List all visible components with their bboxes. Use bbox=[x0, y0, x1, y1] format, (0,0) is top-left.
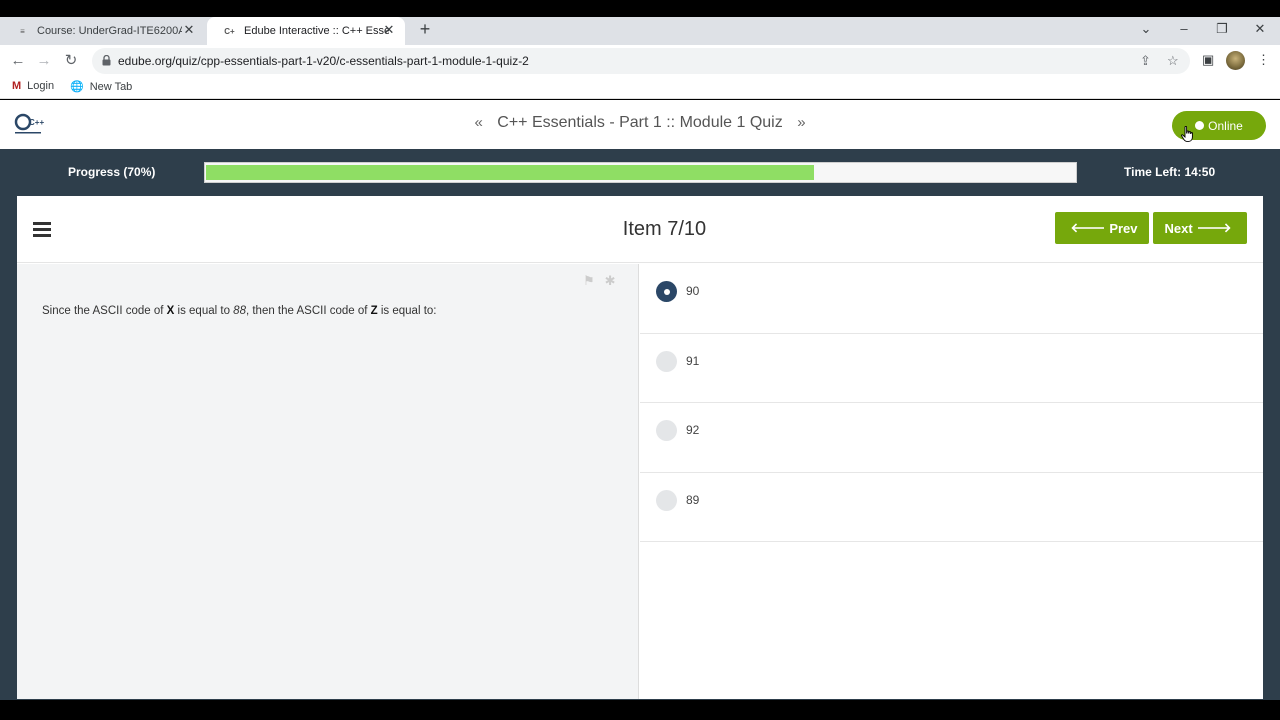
quiz-card-header: Item 7/10 🡐 Prev Next 🡒 bbox=[17, 196, 1263, 263]
answer-option[interactable]: 89 bbox=[640, 473, 1263, 542]
quiz-title-bar: « C++ Essentials - Part 1 :: Module 1 Qu… bbox=[0, 114, 1280, 132]
quiz-page: C++ « C++ Essentials - Part 1 :: Module … bbox=[0, 100, 1280, 700]
bug-report-icon[interactable]: ✱ bbox=[605, 273, 616, 289]
time-left: Time Left: 14:50 bbox=[1124, 165, 1216, 179]
answer-radio[interactable] bbox=[656, 420, 677, 441]
prev-button[interactable]: 🡐 Prev bbox=[1055, 212, 1149, 244]
answer-option[interactable]: 92 bbox=[640, 403, 1263, 473]
globe-icon: 🌐 bbox=[70, 81, 84, 93]
side-panel-icon[interactable]: ▣ bbox=[1202, 52, 1214, 68]
back-icon[interactable]: ← bbox=[8, 51, 28, 71]
answer-radio[interactable] bbox=[656, 489, 677, 511]
flag-icon[interactable]: ⚑ bbox=[583, 273, 595, 289]
progress-label: Progress (70%) bbox=[68, 165, 156, 179]
bookmark-login[interactable]: M Login bbox=[12, 80, 54, 92]
next-button-label: Next bbox=[1164, 220, 1193, 236]
answer-option[interactable]: 91 bbox=[640, 334, 1263, 403]
next-module-icon[interactable]: » bbox=[787, 114, 815, 131]
previous-module-icon[interactable]: « bbox=[464, 114, 492, 131]
bookmark-star-icon[interactable]: ☆ bbox=[1167, 53, 1179, 69]
close-window-icon[interactable]: ✕ bbox=[1250, 21, 1270, 37]
arrow-left-icon: 🡐 bbox=[1070, 220, 1106, 235]
answer-label[interactable]: 89 bbox=[686, 493, 699, 507]
progress-bar-fill bbox=[206, 165, 814, 180]
restore-icon[interactable]: ❐ bbox=[1212, 21, 1232, 37]
question-tools: ⚑ ✱ bbox=[583, 273, 616, 289]
close-tab-icon[interactable]: ✕ bbox=[382, 23, 396, 37]
online-status-label: Online bbox=[1208, 118, 1243, 133]
question-pane: ⚑ ✱ Since the ASCII code of X is equal t… bbox=[17, 264, 639, 699]
new-tab-button[interactable]: + bbox=[415, 19, 435, 39]
tab-title: Edube Interactive :: C++ Essentia bbox=[244, 25, 389, 37]
moodle-tab-icon: ≡ bbox=[20, 26, 25, 36]
address-bar[interactable]: edube.org/quiz/cpp-essentials-part-1-v20… bbox=[92, 48, 1190, 74]
answer-label[interactable]: 92 bbox=[686, 423, 699, 437]
screen: ≡ Course: UnderGrad-ITE6200A-22 ✕ C+ Edu… bbox=[0, 0, 1280, 720]
bookmark-new-tab[interactable]: 🌐 New Tab bbox=[70, 80, 133, 94]
bookmark-label: Login bbox=[27, 80, 55, 92]
minimize-icon[interactable]: – bbox=[1174, 21, 1194, 36]
answer-option[interactable]: 90 bbox=[640, 264, 1263, 334]
progress-bar bbox=[204, 162, 1077, 183]
moodle-icon: M bbox=[12, 80, 22, 92]
prev-button-label: Prev bbox=[1109, 220, 1138, 236]
tab-search-icon[interactable]: ⌄ bbox=[1136, 21, 1156, 37]
answer-list: 90 91 92 89 bbox=[640, 264, 1263, 542]
next-button[interactable]: Next 🡒 bbox=[1153, 212, 1247, 244]
answer-label[interactable]: 90 bbox=[686, 284, 699, 298]
reload-icon[interactable]: ↻ bbox=[61, 51, 81, 71]
online-dot-icon bbox=[1195, 121, 1205, 130]
quiz-card: Item 7/10 🡐 Prev Next 🡒 ⚑ ✱ Since the AS… bbox=[17, 196, 1263, 699]
browser-tab-edube[interactable]: C+ Edube Interactive :: C++ Essentia ✕ bbox=[207, 17, 405, 45]
quiz-title: C++ Essentials - Part 1 :: Module 1 Quiz bbox=[497, 114, 783, 131]
menu-kebab-icon[interactable]: ⋮ bbox=[1257, 52, 1270, 68]
cpp-tab-icon: C+ bbox=[224, 26, 235, 36]
browser-tab-bar: ≡ Course: UnderGrad-ITE6200A-22 ✕ C+ Edu… bbox=[0, 17, 1280, 45]
quiz-header: C++ « C++ Essentials - Part 1 :: Module … bbox=[0, 100, 1280, 149]
url-text[interactable]: edube.org/quiz/cpp-essentials-part-1-v20… bbox=[118, 54, 529, 68]
browser-toolbar: ← → ↻ edube.org/quiz/cpp-essentials-part… bbox=[0, 45, 1280, 77]
share-icon[interactable]: ⇪ bbox=[1140, 53, 1151, 69]
mouse-cursor-icon bbox=[1181, 126, 1193, 142]
bookmark-label: New Tab bbox=[89, 80, 133, 93]
browser-tab-course[interactable]: ≡ Course: UnderGrad-ITE6200A-22 ✕ bbox=[0, 17, 205, 45]
answer-radio[interactable] bbox=[656, 281, 677, 302]
profile-avatar[interactable] bbox=[1226, 51, 1245, 70]
arrow-right-icon: 🡒 bbox=[1196, 220, 1232, 235]
question-text: Since the ASCII code of X is equal to 88… bbox=[42, 305, 437, 317]
close-tab-icon[interactable]: ✕ bbox=[182, 23, 196, 37]
answer-radio[interactable] bbox=[656, 350, 677, 372]
answer-label[interactable]: 91 bbox=[686, 354, 699, 368]
forward-icon[interactable]: → bbox=[34, 51, 54, 71]
lock-icon bbox=[102, 55, 111, 66]
bookmarks-bar: M Login 🌐 New Tab bbox=[0, 77, 1280, 99]
tab-title: Course: UnderGrad-ITE6200A-22 bbox=[37, 25, 182, 37]
